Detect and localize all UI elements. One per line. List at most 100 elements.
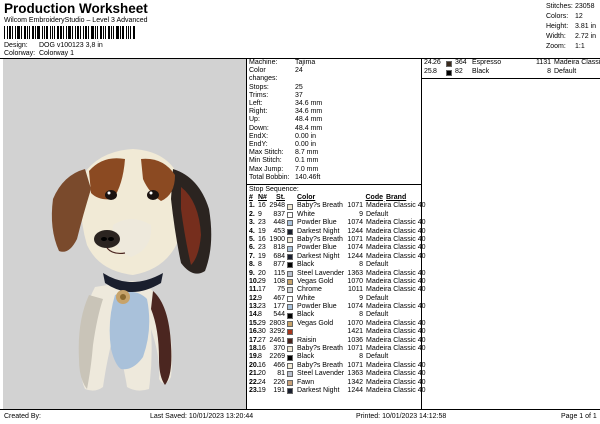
barcode-bar <box>57 26 59 39</box>
barcode-bar <box>37 26 40 39</box>
machine-row: Left: 34.6 mm <box>249 100 323 108</box>
color-swatch <box>287 304 293 311</box>
dog-embroidery-image <box>51 149 212 391</box>
barcode-bar <box>75 26 76 39</box>
colorway-row: Colorway: Colorway 1 <box>4 50 74 57</box>
table-header: # N# St. Color Code Brand <box>249 194 407 201</box>
barcode-bar <box>21 26 22 39</box>
table-row: 25. 8 82 Black 8 Default <box>424 68 577 76</box>
table-row: 10. 29 108 Vegas Gold 1070 Madeira Classic 40 <box>249 277 426 286</box>
barcode-bar <box>52 26 53 39</box>
stat-colors: Colors: 12 <box>546 13 583 20</box>
table-row: 22. 24 226 Fawn 1342 Madeira Classic 40 <box>249 378 426 386</box>
table-row: 1. 16 2948 Baby?s Breath 1071 Madeira Classic… <box>249 202 426 210</box>
color-swatch <box>287 354 293 361</box>
color-swatch <box>287 379 293 386</box>
barcode-bar <box>46 26 48 39</box>
barcode-bar <box>7 26 8 39</box>
barcode-bar <box>113 26 114 39</box>
barcode-bar <box>97 26 98 39</box>
barcode-bar <box>91 26 94 39</box>
barcode-bar <box>50 26 51 39</box>
barcode-bar <box>120 26 121 39</box>
table-row: 15. 29 2803 Vegas Gold 1070 Madeira Classic 4… <box>249 319 426 328</box>
color-swatch <box>287 346 293 353</box>
software-subtitle: Wilcom EmbroideryStudio – Level 3 Advanc… <box>4 17 148 24</box>
color-swatch <box>287 203 293 210</box>
barcode-bar <box>83 26 84 39</box>
color-swatch <box>287 371 293 378</box>
barcode-bar <box>27 26 28 39</box>
barcode-bar <box>126 26 127 39</box>
table-row: 4. 19 453 Darkest Night 1244 Madeira Classic … <box>249 227 426 235</box>
stat-height: Height: 3.81 in <box>546 23 597 30</box>
machine-row: Total Bobbin: 140.46ft <box>249 173 321 181</box>
barcode-bar <box>77 26 79 39</box>
barcode-bar <box>17 26 20 39</box>
table-row: 9. 20 115 Steel Lavender 1363 Madeira Classic… <box>249 269 426 277</box>
stop-sequence-continued: 24.26364Espresso1131Madeira Classic 4025… <box>424 59 600 77</box>
color-swatch <box>287 245 293 252</box>
machine-row: Stops: 25 <box>249 83 303 91</box>
table-row: 5. 16 1900 Baby?s Breath 1071 Madeira Classic… <box>249 235 426 244</box>
barcode-bar <box>105 26 106 39</box>
table-row: 23. 19 191 Darkest Night 1244 Madeira Classic… <box>249 386 426 395</box>
barcode-bar <box>32 26 34 39</box>
color-swatch <box>287 270 293 277</box>
preview-divider <box>246 59 247 409</box>
barcode-bar <box>85 26 87 39</box>
design-preview <box>3 59 246 409</box>
page-number: Page 1 of 1 <box>561 413 597 420</box>
table-row: 18. 16 370 Baby?s Breath 1071 Madeira Classic… <box>249 345 426 353</box>
color-swatch <box>287 287 293 294</box>
table-row: 19. 8 2269 Black 8 Default <box>249 353 389 361</box>
barcode-bar <box>63 26 64 39</box>
color-swatch <box>287 228 293 235</box>
barcode-bar <box>95 26 96 39</box>
color-swatch <box>287 363 293 369</box>
colorway-label: Colorway: <box>4 50 36 57</box>
footer-divider <box>0 409 600 410</box>
color-swatch <box>287 321 293 328</box>
design-value: DOG v100123 3,8 in <box>38 42 103 49</box>
barcode-bar <box>108 26 110 39</box>
table-row: 3. 23 448 Powder Blue 1074 Madeira Classic 40 <box>249 219 426 227</box>
machine-row: Color changes: 24 <box>249 67 303 83</box>
table-row: 8. 8 877 Black 8 Default <box>249 261 389 269</box>
barcode-bar <box>116 26 119 39</box>
barcode-bar <box>29 26 30 39</box>
machine-row: EndY: 0.00 in <box>249 141 317 149</box>
machine-row: Max Jump: 7.0 mm <box>249 165 319 173</box>
machine-row: Trims: 37 <box>249 91 303 99</box>
barcode-bar <box>4 26 5 39</box>
barcode-bar <box>35 26 36 39</box>
barcode-bar <box>130 26 131 39</box>
machine-row: Machine: Tajima <box>249 59 316 66</box>
created-by: Created By: <box>4 413 41 420</box>
machine-row: EndX: 0.00 in <box>249 132 317 140</box>
machine-info: Machine: Tajima Color changes: 24 Stops: 25 Tr… <box>249 59 322 182</box>
color-swatch <box>287 337 293 344</box>
stat-width: Width: 2.72 in <box>546 33 597 40</box>
stop-sequence-label: Stop Sequence: <box>249 186 299 193</box>
table-row: 13. 23 177 Powder Blue 1074 Madeira Classic 4… <box>249 303 426 311</box>
stop-sequence-table: # N# St. Color Code Brand 1. 16 2948 Baby?s… <box>249 194 426 395</box>
table-row: 20. 16 466 Baby?s Breath 1071 Madeira Classic… <box>249 361 426 369</box>
color-swatch <box>287 253 293 260</box>
printed-date: Printed: 10/01/2023 14:12:58 <box>356 413 447 420</box>
table-row: 2. 9 837 White 9 Default <box>249 210 389 218</box>
stat-stitches: Stitches: 23058 <box>546 3 595 10</box>
color-swatch <box>446 69 452 76</box>
barcode-bar <box>12 26 13 39</box>
table-row: 12. 9 467 White 9 Default <box>249 294 389 302</box>
machine-row: Min Stitch: 0.1 mm <box>249 157 319 165</box>
barcode-bar <box>24 26 26 39</box>
color-swatch <box>287 388 293 395</box>
color-swatch <box>287 312 293 319</box>
table-row: 16. 30 3292 1421 Madeira Classic 40 <box>249 328 426 336</box>
barcode-bar <box>15 26 16 39</box>
table-row: 11. 17 75 Chrome 1011 Madeira Classic 40 <box>249 286 426 294</box>
barcode-bar <box>44 26 45 39</box>
color-swatch <box>287 329 293 336</box>
machine-row: Right: 34.6 mm <box>249 108 323 116</box>
